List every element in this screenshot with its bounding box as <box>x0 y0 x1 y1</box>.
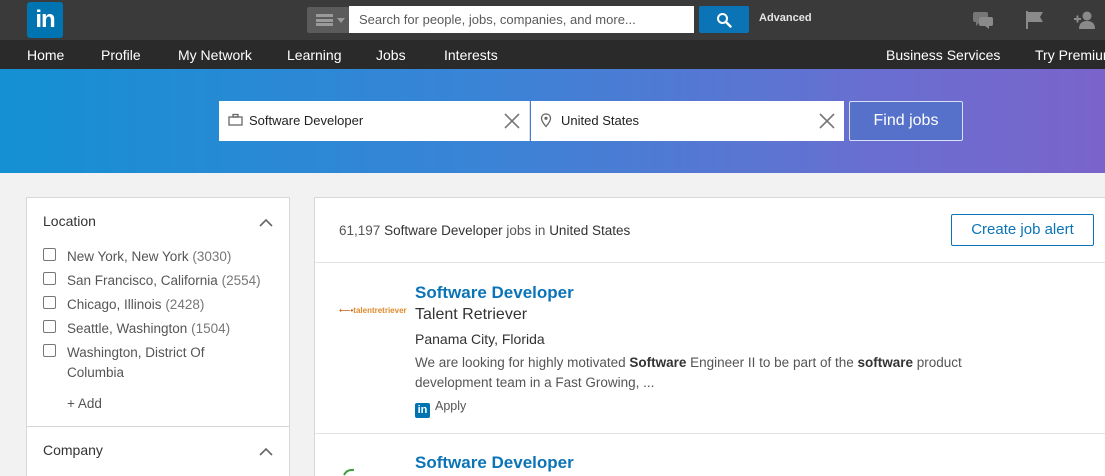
option-label: Seattle, Washington <box>67 321 188 336</box>
nav-home[interactable]: Home <box>27 47 64 63</box>
chevron-up-icon[interactable] <box>259 447 273 456</box>
create-job-alert-button[interactable]: Create job alert <box>951 214 1094 246</box>
clear-location-icon[interactable] <box>818 112 836 130</box>
results-count: 61,197 <box>339 223 381 238</box>
global-search-input[interactable] <box>349 6 694 33</box>
job-location: Panama City, Florida <box>415 331 545 347</box>
nav-try-premium[interactable]: Try Premium <box>1035 47 1105 63</box>
linkedin-logo[interactable]: in <box>27 2 63 38</box>
menu-icon <box>316 14 333 26</box>
nav-profile[interactable]: Profile <box>101 47 141 63</box>
search-button[interactable] <box>699 6 749 33</box>
nav-jobs[interactable]: Jobs <box>376 47 406 63</box>
keyword-value: Software Developer <box>249 113 364 128</box>
company-logo-text: talentretriever <box>353 306 407 315</box>
option-label: Washington, District Of <box>67 345 205 360</box>
results-keyword: Software Developer <box>384 223 503 238</box>
job-title-link[interactable]: Software Developer <box>415 283 574 303</box>
job-search-banner: Software Developer United States Find jo… <box>0 69 1105 173</box>
company-filter-title: Company <box>43 442 103 458</box>
location-field[interactable]: United States <box>531 101 844 141</box>
location-value: United States <box>561 113 640 128</box>
option-count: (2554) <box>221 273 261 288</box>
chevron-up-icon[interactable] <box>259 218 273 227</box>
checkbox[interactable] <box>43 248 56 261</box>
filters-panel: Location New York, New York (3030) San F… <box>26 197 290 476</box>
company-logo[interactable]: ⟵•talentretriever <box>339 306 407 315</box>
messages-icon[interactable] <box>971 9 995 31</box>
linkedin-small-icon: in <box>415 403 430 418</box>
option-label: San Francisco, California <box>67 273 218 288</box>
nav-learning[interactable]: Learning <box>287 47 342 63</box>
results-location: United States <box>549 223 631 238</box>
apply-label: Apply <box>435 399 467 413</box>
easy-apply-link[interactable]: in Apply <box>415 399 466 418</box>
location-pin-icon <box>540 113 552 128</box>
divider <box>315 433 1105 434</box>
search-icon <box>717 13 732 28</box>
keyword-field[interactable]: Software Developer <box>219 101 530 141</box>
top-bar: in Advanced <box>0 0 1105 40</box>
add-connection-icon[interactable] <box>1073 9 1097 31</box>
job-description: We are looking for highly motivated Soft… <box>415 355 962 390</box>
job-company[interactable]: Talent Retriever <box>415 306 527 324</box>
divider <box>315 262 1105 263</box>
briefcase-icon <box>228 113 243 126</box>
nav-interests[interactable]: Interests <box>444 47 498 63</box>
checkbox[interactable] <box>43 272 56 285</box>
option-count: (1504) <box>191 321 231 336</box>
option-count: (3030) <box>192 249 232 264</box>
job-title-link[interactable]: Software Developer <box>415 453 574 473</box>
results-summary: 61,197 Software Developer jobs in United… <box>339 223 630 238</box>
option-label: New York, New York <box>67 249 189 264</box>
option-count: (2428) <box>165 297 205 312</box>
main-nav: Home Profile My Network Learning Jobs In… <box>0 40 1105 69</box>
nav-my-network[interactable]: My Network <box>178 47 252 63</box>
option-label-line2: Columbia <box>67 365 125 380</box>
company-logo-icon[interactable] <box>343 468 355 476</box>
results-middle: jobs in <box>506 223 546 238</box>
checkbox[interactable] <box>43 344 56 357</box>
flag-icon[interactable] <box>1023 9 1047 31</box>
results-panel: 61,197 Software Developer jobs in United… <box>314 197 1105 476</box>
add-location-link[interactable]: + Add <box>67 396 102 411</box>
checkbox[interactable] <box>43 320 56 333</box>
caret-down-icon <box>337 18 345 23</box>
option-label: Chicago, Illinois <box>67 297 162 312</box>
advanced-search-link[interactable]: Advanced <box>759 12 812 24</box>
logo-mark-icon: ⟵• <box>339 306 354 315</box>
clear-keyword-icon[interactable] <box>503 112 521 130</box>
divider <box>27 426 289 427</box>
checkbox[interactable] <box>43 296 56 309</box>
apps-menu-button[interactable] <box>307 7 349 33</box>
nav-business-services[interactable]: Business Services <box>886 47 1000 63</box>
location-filter-title: Location <box>43 213 96 229</box>
find-jobs-button[interactable]: Find jobs <box>849 101 963 141</box>
